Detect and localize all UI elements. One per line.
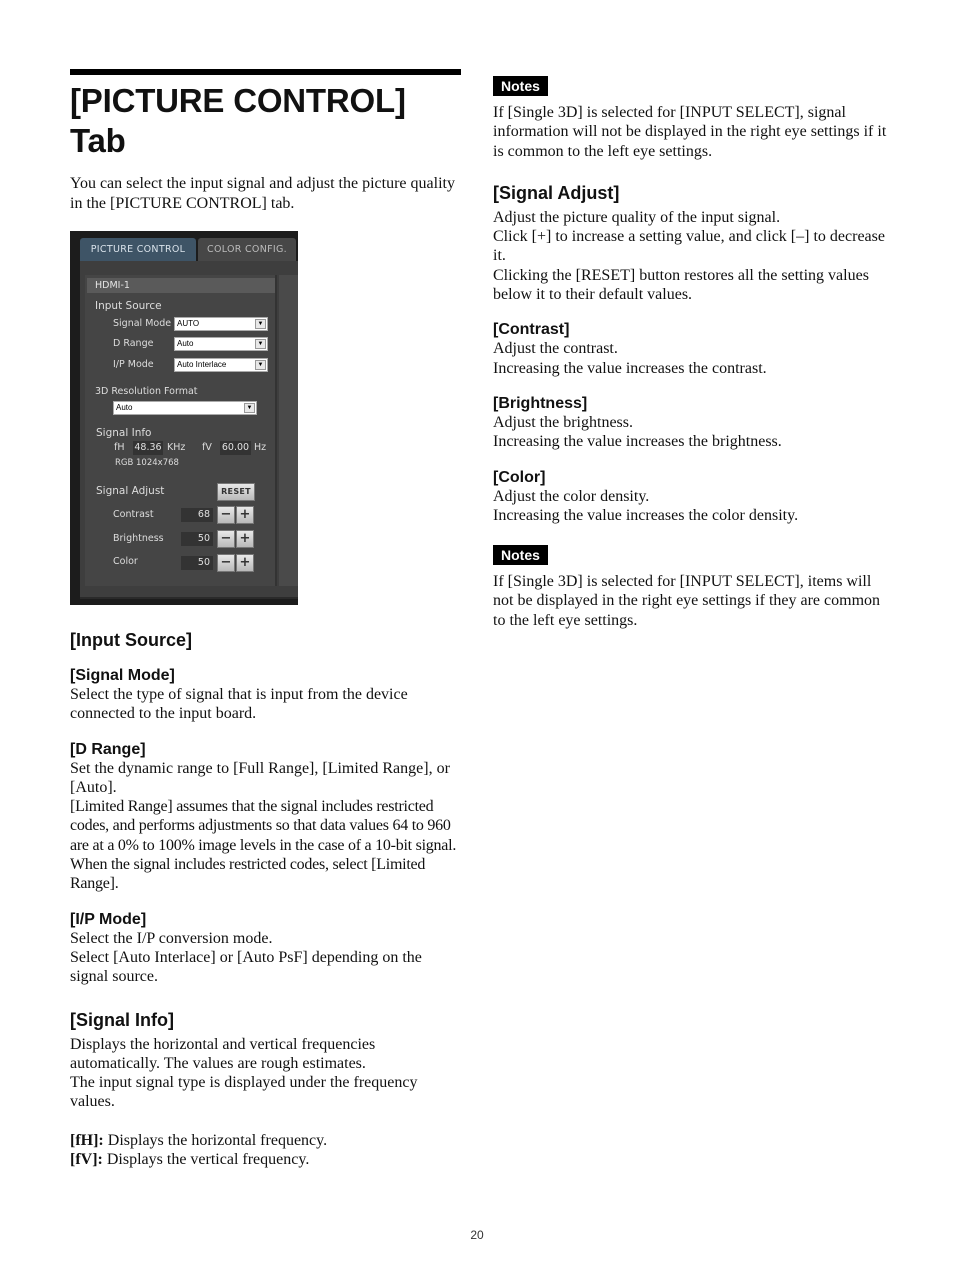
notes-badge: Notes — [493, 545, 548, 566]
brightness-label: Brightness — [113, 533, 164, 544]
brightness-text-2: Increasing the value increases the brigh… — [493, 433, 782, 451]
reset-button[interactable]: RESET — [217, 483, 255, 501]
color-value: 50 — [181, 556, 213, 570]
d-range-label: D Range — [113, 338, 154, 349]
resolution-format-value: Auto — [116, 403, 133, 412]
signal-adjust-heading: Signal Adjust — [96, 485, 165, 497]
tab-bar: PICTURE CONTROL COLOR CONFIG. — [80, 238, 296, 261]
fv-label: fV — [202, 442, 212, 453]
signal-mode-text: Select the type of signal that is input … — [70, 686, 408, 723]
signal-adjust-text-2: Click [+] to increase a setting value, a… — [493, 228, 885, 265]
contrast-plus-button[interactable]: + — [236, 506, 254, 524]
signal-mode-heading: [Signal Mode] — [70, 667, 175, 684]
settings-pane: HDMI-1 Input Source Signal Mode AUTO ▼ D… — [85, 275, 277, 586]
ip-mode-value: Auto Interlace — [177, 360, 227, 369]
fh-term: [fH]: — [70, 1131, 104, 1149]
brightness-minus-button[interactable]: − — [217, 530, 235, 548]
signal-info-heading: Signal Info — [96, 427, 152, 439]
fh-unit: KHz — [167, 442, 186, 453]
notes-text-2: If [Single 3D] is selected for [INPUT SE… — [493, 573, 881, 629]
signal-mode-dropdown[interactable]: AUTO ▼ — [174, 317, 268, 331]
brightness-value: 50 — [181, 532, 213, 546]
contrast-label: Contrast — [113, 509, 154, 520]
signal-adjust-text-1: Adjust the picture quality of the input … — [493, 208, 781, 226]
title-rule — [70, 69, 461, 75]
dropdown-arrow-icon: ▼ — [244, 403, 255, 413]
notes-text-1: If [Single 3D] is selected for [INPUT SE… — [493, 104, 887, 160]
ip-mode-label: I/P Mode — [113, 359, 154, 370]
notes-badge: Notes — [493, 76, 548, 96]
brightness-plus-button[interactable]: + — [236, 530, 254, 548]
dropdown-arrow-icon: ▼ — [255, 339, 266, 349]
fv-term: [fV]: — [70, 1151, 103, 1169]
color-minus-button[interactable]: − — [217, 554, 235, 572]
fh-label: fH — [114, 442, 125, 453]
fv-text: Displays the vertical frequency. — [102, 1151, 310, 1169]
tab-picture-control[interactable]: PICTURE CONTROL — [80, 238, 196, 261]
d-range-text-1: Set the dynamic range to [Full Range], [… — [70, 759, 450, 796]
page-title: [PICTURE CONTROL] Tab — [70, 82, 406, 159]
page-number: 20 — [470, 1228, 484, 1242]
d-range-value: Auto — [177, 339, 194, 348]
color-heading: [Color] — [493, 468, 546, 486]
brightness-text-1: Adjust the brightness. — [493, 413, 633, 431]
contrast-value: 68 — [181, 508, 213, 522]
signal-mode-label: Signal Mode — [113, 318, 172, 329]
fh-value: 48.36 — [133, 441, 163, 455]
dropdown-arrow-icon: ▼ — [255, 319, 266, 329]
input-source-heading: Input Source — [95, 300, 162, 312]
d-range-heading: [D Range] — [70, 740, 146, 758]
signal-info-section-heading: [Signal Info] — [70, 1009, 174, 1030]
brightness-heading: [Brightness] — [493, 394, 588, 412]
signal-adjust-text-3: Clicking the [RESET] button restores all… — [493, 266, 869, 304]
tab-color-config[interactable]: COLOR CONFIG. — [198, 238, 296, 261]
contrast-text-1: Adjust the contrast. — [493, 340, 618, 358]
dropdown-arrow-icon: ▼ — [255, 360, 266, 370]
color-text-2: Increasing the value increases the color… — [493, 506, 799, 524]
signal-type: RGB 1024x768 — [115, 458, 179, 468]
signal-info-text-2: The input signal type is displayed under… — [70, 1074, 418, 1111]
fv-unit: Hz — [254, 442, 267, 453]
side-strip — [279, 275, 298, 586]
contrast-text-2: Increasing the value increases the contr… — [493, 359, 767, 377]
contrast-minus-button[interactable]: − — [217, 506, 235, 524]
intro-text: You can select the input signal and adju… — [70, 175, 455, 212]
ip-mode-heading: [I/P Mode] — [70, 910, 147, 928]
contrast-heading: [Contrast] — [493, 321, 570, 339]
color-text-1: Adjust the color density. — [493, 487, 650, 505]
fv-value: 60.00 — [220, 441, 251, 455]
signal-info-text-1: Displays the horizontal and vertical fre… — [70, 1035, 376, 1072]
right-column: Notes If [Single 3D] is selected for [IN… — [493, 76, 893, 630]
fh-description: [fH]: Displays the horizontal frequency. — [70, 1131, 462, 1150]
d-range-text-2: [Limited Range] assumes that the signal … — [70, 798, 457, 893]
input-name-header: HDMI-1 — [87, 278, 275, 293]
left-column: [PICTURE CONTROL] Tab You can select the… — [70, 69, 462, 1169]
input-source-section-heading: [Input Source] — [70, 630, 192, 650]
ip-mode-text-2: Select [Auto Interlace] or [Auto PsF] de… — [70, 948, 422, 986]
ip-mode-text-1: Select the I/P conversion mode. — [70, 929, 273, 947]
color-label: Color — [113, 556, 138, 567]
fh-text: Displays the horizontal frequency. — [103, 1131, 328, 1149]
d-range-dropdown[interactable]: Auto ▼ — [174, 337, 268, 351]
color-plus-button[interactable]: + — [236, 554, 254, 572]
signal-adjust-section-heading: [Signal Adjust] — [493, 182, 620, 203]
resolution-format-dropdown[interactable]: Auto ▼ — [113, 401, 257, 415]
picture-control-screenshot: PICTURE CONTROL COLOR CONFIG. HDMI-1 Inp… — [70, 231, 298, 605]
resolution-format-label: 3D Resolution Format — [95, 386, 198, 397]
signal-mode-value: AUTO — [177, 319, 200, 328]
fv-description: [fV]: Displays the vertical frequency. — [70, 1150, 462, 1169]
ip-mode-dropdown[interactable]: Auto Interlace ▼ — [174, 358, 268, 372]
